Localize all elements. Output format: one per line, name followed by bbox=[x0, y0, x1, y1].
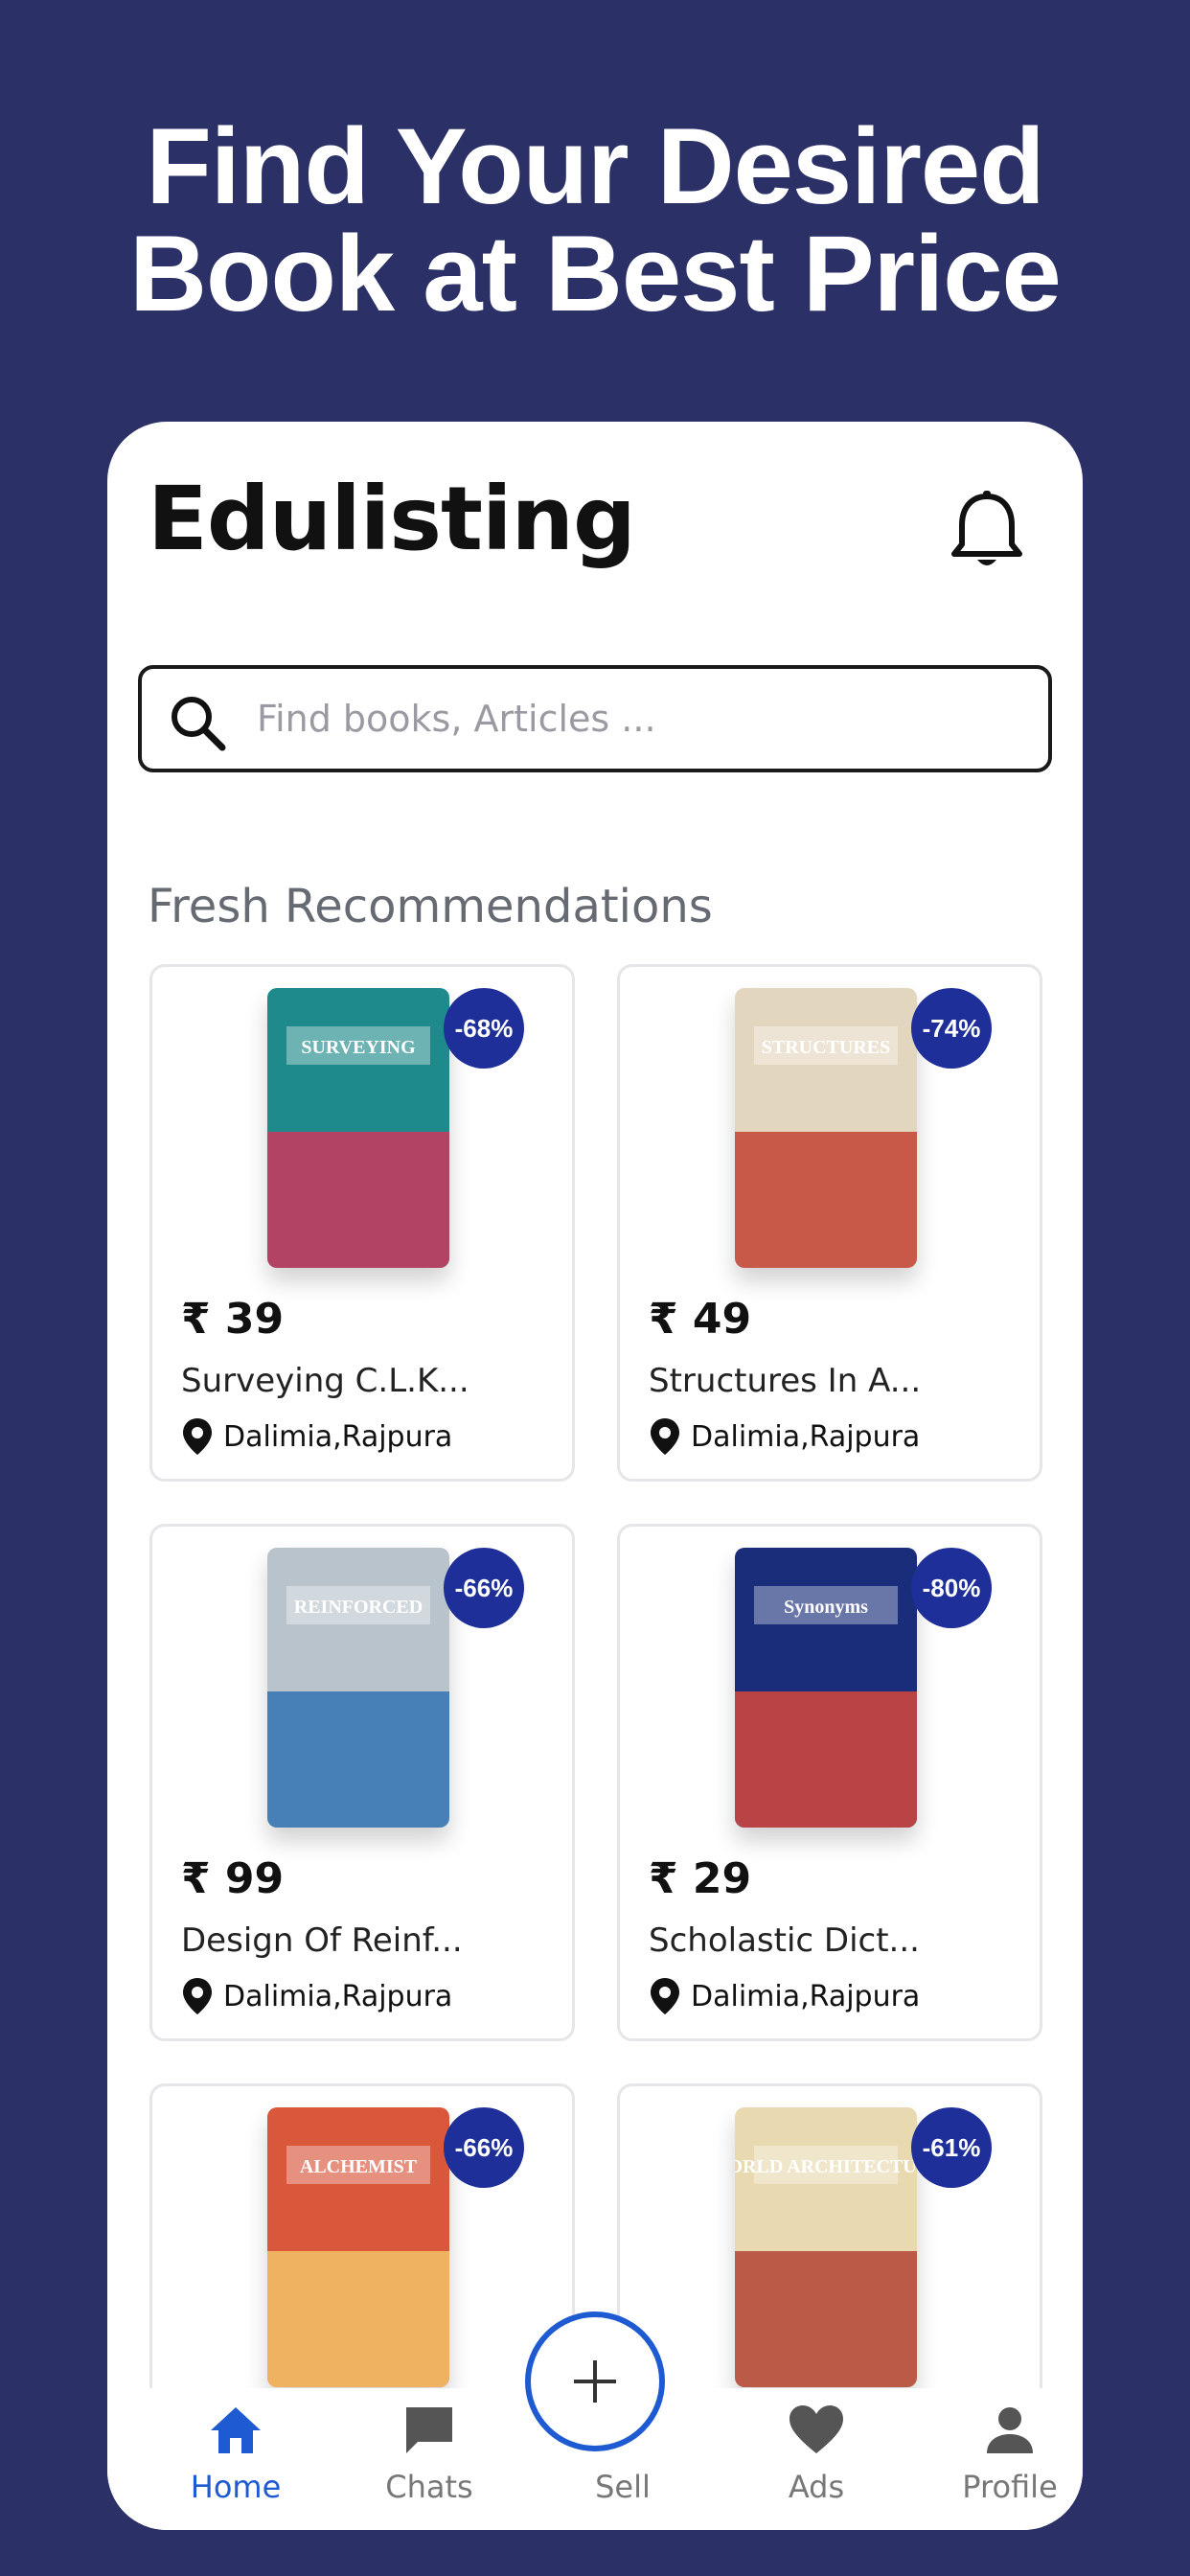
discount-badge: -74% bbox=[911, 988, 992, 1069]
promo-headline: Find Your Desired Book at Best Price bbox=[0, 113, 1190, 328]
product-title: Scholastic Dict... bbox=[649, 1921, 920, 1960]
cover-title: ALCHEMIST bbox=[300, 2156, 418, 2177]
nav-item-chats[interactable]: Chats bbox=[353, 2388, 506, 2530]
nav-item-home[interactable]: Home bbox=[159, 2388, 312, 2530]
nav-label-profile: Profile bbox=[962, 2469, 1058, 2505]
location-pin-icon bbox=[183, 1418, 212, 1455]
chat-icon bbox=[406, 2407, 452, 2453]
product-title: Structures In A... bbox=[649, 1362, 922, 1400]
location-text: Dalimia,Rajpura bbox=[691, 1979, 921, 2013]
product-location: Dalimia,Rajpura bbox=[181, 1975, 452, 2017]
section-title: Fresh Recommendations bbox=[148, 880, 713, 933]
cover-title: Synonyms bbox=[784, 1597, 868, 1618]
nav-label-ads: Ads bbox=[788, 2469, 845, 2505]
product-location: Dalimia,Rajpura bbox=[649, 1975, 920, 2017]
nav-item-ads[interactable]: Ads bbox=[740, 2388, 893, 2530]
promo-line-1: Find Your Desired bbox=[146, 106, 1044, 226]
book-cover-image: STRUCTURES bbox=[735, 988, 917, 1268]
bell-icon[interactable] bbox=[949, 489, 1025, 571]
product-card[interactable]: SURVEYING -68% ₹ 39 Surveying C.L.K... D… bbox=[149, 964, 575, 1482]
discount-badge: -80% bbox=[911, 1548, 992, 1628]
product-price: ₹ 99 bbox=[181, 1854, 285, 1903]
nav-label-home: Home bbox=[190, 2469, 282, 2505]
heart-icon bbox=[790, 2405, 843, 2453]
product-title: Surveying C.L.K... bbox=[181, 1362, 469, 1400]
location-text: Dalimia,Rajpura bbox=[223, 1979, 453, 2013]
promo-line-2: Book at Best Price bbox=[129, 214, 1062, 334]
product-card[interactable]: Synonyms -80% ₹ 29 Scholastic Dict... Da… bbox=[617, 1524, 1042, 2041]
product-card[interactable]: STRUCTURES -74% ₹ 49 Structures In A... … bbox=[617, 964, 1042, 1482]
app-screen: Edulisting Fresh Recommendations SURVEYI… bbox=[107, 422, 1083, 2530]
product-card[interactable]: REINFORCED -66% ₹ 99 Design Of Reinf... … bbox=[149, 1524, 575, 2041]
location-pin-icon bbox=[651, 1978, 679, 2014]
book-cover-image: ALCHEMIST bbox=[267, 2107, 449, 2387]
book-cover-image: REINFORCED bbox=[267, 1548, 449, 1828]
cover-title: STRUCTURES bbox=[762, 1037, 890, 1058]
product-location: Dalimia,Rajpura bbox=[649, 1415, 920, 1458]
discount-badge: -68% bbox=[444, 988, 524, 1069]
location-text: Dalimia,Rajpura bbox=[223, 1419, 453, 1454]
product-title: Design Of Reinf... bbox=[181, 1921, 463, 1960]
location-pin-icon bbox=[651, 1418, 679, 1455]
book-cover-image: WORLD ARCHITECTURE bbox=[735, 2107, 917, 2387]
nav-label-chats: Chats bbox=[385, 2469, 473, 2505]
search-input[interactable] bbox=[257, 690, 1023, 748]
cover-title: WORLD ARCHITECTURE bbox=[735, 2156, 917, 2177]
book-cover-image: SURVEYING bbox=[267, 988, 449, 1268]
product-price: ₹ 49 bbox=[649, 1295, 752, 1344]
location-pin-icon bbox=[183, 1978, 212, 2014]
sell-fab-button[interactable] bbox=[525, 2312, 665, 2451]
discount-badge: -61% bbox=[911, 2107, 992, 2188]
cover-title: REINFORCED bbox=[294, 1597, 423, 1618]
product-price: ₹ 39 bbox=[181, 1295, 285, 1344]
discount-badge: -66% bbox=[444, 2107, 524, 2188]
plus-icon bbox=[574, 2360, 616, 2403]
app-title: Edulisting bbox=[148, 468, 636, 570]
search-icon bbox=[172, 697, 226, 751]
product-price: ₹ 29 bbox=[649, 1854, 752, 1903]
nav-label-sell: Sell bbox=[595, 2469, 651, 2505]
discount-badge: -66% bbox=[444, 1548, 524, 1628]
book-cover-image: Synonyms bbox=[735, 1548, 917, 1828]
location-text: Dalimia,Rajpura bbox=[691, 1419, 921, 1454]
home-icon bbox=[211, 2407, 261, 2453]
product-location: Dalimia,Rajpura bbox=[181, 1415, 452, 1458]
nav-item-profile[interactable]: Profile bbox=[933, 2388, 1083, 2530]
person-icon bbox=[987, 2407, 1033, 2453]
cover-title: SURVEYING bbox=[301, 1037, 416, 1058]
search-bar[interactable] bbox=[138, 665, 1052, 772]
